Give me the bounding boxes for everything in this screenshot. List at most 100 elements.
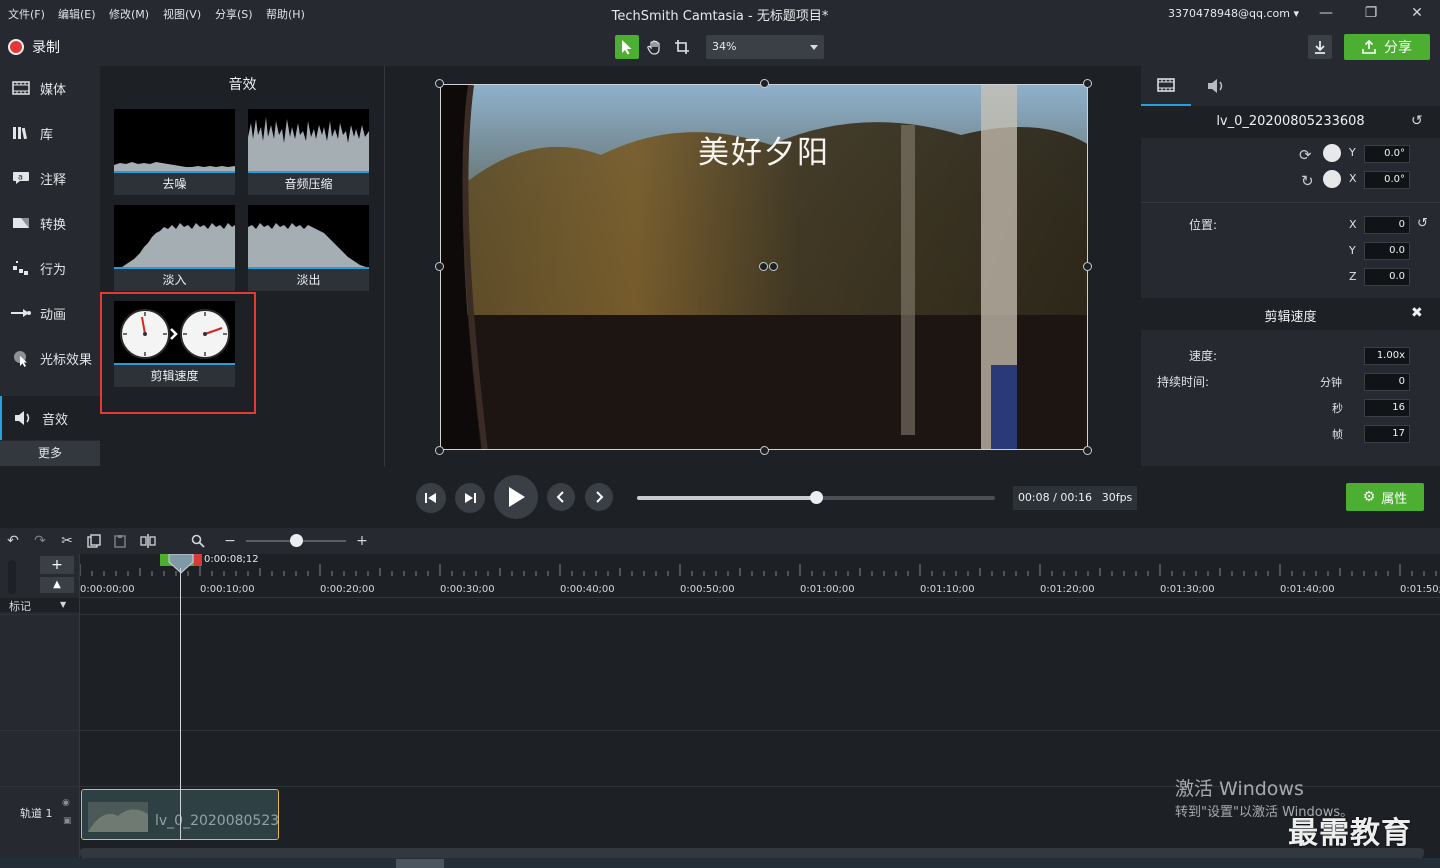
step-forward-icon xyxy=(465,493,476,503)
step-back-button[interactable] xyxy=(416,483,446,513)
rotate-x-icon: ↻ xyxy=(1301,172,1314,190)
ruler-label: 0:00:20;00 xyxy=(320,584,375,595)
frames-field[interactable]: 17 xyxy=(1364,425,1410,443)
seconds-field[interactable]: 16 xyxy=(1364,399,1410,417)
paste-button[interactable] xyxy=(111,532,129,550)
rotation-handle[interactable] xyxy=(759,262,768,271)
timeline-zoom-handle[interactable] xyxy=(290,534,303,547)
menu-modify[interactable]: 修改(M) xyxy=(109,6,149,22)
minimize-button[interactable]: — xyxy=(1314,3,1338,23)
cut-button[interactable]: ✂ xyxy=(58,532,76,550)
rotation-x-field[interactable]: 0.0° xyxy=(1364,171,1410,189)
timeline-ruler[interactable]: 0:00:00;00 0:00:10;00 0:00:20;00 0:00:30;00… xyxy=(80,554,1440,598)
rotation-y-field[interactable]: 0.0° xyxy=(1364,145,1410,163)
effect-noise-removal[interactable]: 去噪 xyxy=(114,109,235,195)
split-button[interactable] xyxy=(139,532,157,550)
selection-end-marker[interactable] xyxy=(194,554,202,566)
close-button[interactable]: ✕ xyxy=(1405,3,1429,23)
share-button[interactable]: 分享 xyxy=(1344,34,1430,60)
scrubber-handle[interactable] xyxy=(810,491,823,504)
crop-tool-button[interactable] xyxy=(670,35,694,59)
sidebar-item-behaviors[interactable]: 行为 xyxy=(0,246,100,290)
resize-handle[interactable] xyxy=(760,79,769,88)
markers-row[interactable]: 标记 ▼ xyxy=(0,598,79,613)
menu-help[interactable]: 帮助(H) xyxy=(266,6,305,22)
add-track-button[interactable]: + xyxy=(40,556,74,574)
taskbar-item[interactable] xyxy=(396,859,444,868)
resize-handle[interactable] xyxy=(760,446,769,455)
bin-title: 音效 xyxy=(228,77,257,93)
position-z-field[interactable]: 0.0 xyxy=(1364,268,1410,286)
restore-icon: ❐ xyxy=(1364,5,1378,21)
timeline-scrollbar[interactable] xyxy=(80,848,1424,858)
sidebar-item-label: 转换 xyxy=(40,217,67,233)
zoom-in-button[interactable]: + xyxy=(353,532,371,550)
step-forward-button[interactable] xyxy=(455,483,485,513)
resize-handle[interactable] xyxy=(1083,79,1092,88)
playhead-handle[interactable] xyxy=(168,554,194,574)
reset-icon[interactable]: ↺ xyxy=(1417,216,1428,231)
track-divider xyxy=(0,730,1440,731)
pan-tool-button[interactable] xyxy=(643,35,667,59)
reset-icon[interactable]: ↺ xyxy=(1411,113,1423,129)
menu-share[interactable]: 分享(S) xyxy=(215,6,253,22)
sidebar-item-library[interactable]: 库 xyxy=(0,111,100,155)
resize-handle[interactable] xyxy=(435,446,444,455)
collapse-button[interactable]: ▲ xyxy=(40,577,74,593)
eye-icon[interactable]: ◉ xyxy=(62,798,70,808)
download-button[interactable] xyxy=(1308,35,1332,59)
properties-button[interactable]: ⚙ 属性 xyxy=(1346,483,1424,511)
previous-marker-button[interactable] xyxy=(547,483,575,511)
rotation-y-knob[interactable] xyxy=(1323,144,1341,162)
sidebar-item-transitions[interactable]: 转换 xyxy=(0,201,100,245)
seconds-label: 秒 xyxy=(1332,402,1343,415)
remove-effect-icon[interactable]: ✖ xyxy=(1411,305,1423,321)
scrubber-track[interactable] xyxy=(637,491,995,504)
waveform-thumbnail xyxy=(114,109,235,173)
zoom-to-fit-button[interactable] xyxy=(189,532,207,550)
position-x-field[interactable]: 0 xyxy=(1364,216,1410,234)
tab-visual-properties[interactable] xyxy=(1141,66,1191,106)
menu-edit[interactable]: 编辑(E) xyxy=(58,6,96,22)
menu-file[interactable]: 文件(F) xyxy=(8,6,45,22)
select-tool-button[interactable] xyxy=(615,35,639,59)
track-height-slider[interactable] xyxy=(8,560,16,594)
ruler-label: 0:00:40;00 xyxy=(560,584,615,595)
redo-button[interactable]: ↷ xyxy=(31,532,49,550)
sidebar-item-annotations[interactable]: a 注释 xyxy=(0,156,100,200)
divider xyxy=(1141,202,1440,203)
record-button[interactable]: 录制 xyxy=(8,37,60,57)
tab-audio-properties[interactable] xyxy=(1191,66,1241,106)
rotation-x-knob[interactable] xyxy=(1323,170,1341,188)
zoom-out-button[interactable]: − xyxy=(221,532,239,550)
account-menu[interactable]: 3370478948@qq.com ▾ xyxy=(1168,7,1299,20)
zoom-select[interactable]: 34% xyxy=(706,35,824,59)
play-button[interactable] xyxy=(494,475,538,519)
minutes-field[interactable]: 0 xyxy=(1364,373,1410,391)
maximize-button[interactable]: ❐ xyxy=(1359,3,1383,23)
sidebar-item-animations[interactable]: 动画 xyxy=(0,291,100,335)
resize-handle[interactable] xyxy=(1083,262,1092,271)
speed-field[interactable]: 1.00x xyxy=(1364,347,1410,365)
more-button[interactable]: 更多 xyxy=(0,441,100,466)
rotation-handle[interactable] xyxy=(769,262,778,271)
resize-handle[interactable] xyxy=(435,79,444,88)
sidebar-item-cursor-effects[interactable]: 光标效果 xyxy=(0,336,100,380)
next-marker-button[interactable] xyxy=(585,483,613,511)
resize-handle[interactable] xyxy=(1083,446,1092,455)
effect-fade-in[interactable]: 淡入 xyxy=(114,205,235,291)
effect-label: 淡入 xyxy=(162,273,187,287)
effect-fade-out[interactable]: 淡出 xyxy=(248,205,369,291)
transition-icon xyxy=(10,215,32,231)
position-y-field[interactable]: 0.0 xyxy=(1364,242,1410,260)
sidebar-item-audio-effects[interactable]: 音效 xyxy=(0,396,100,440)
sidebar-item-media[interactable]: 媒体 xyxy=(0,66,100,110)
lock-icon[interactable]: ▣ xyxy=(63,816,72,826)
menu-view[interactable]: 视图(V) xyxy=(163,6,201,22)
library-icon xyxy=(10,125,32,141)
undo-button[interactable]: ↶ xyxy=(4,532,22,550)
effect-audio-compression[interactable]: 音频压缩 xyxy=(248,109,369,195)
copy-button[interactable] xyxy=(85,532,103,550)
fps-display[interactable]: 30fps xyxy=(1097,486,1137,510)
resize-handle[interactable] xyxy=(435,262,444,271)
